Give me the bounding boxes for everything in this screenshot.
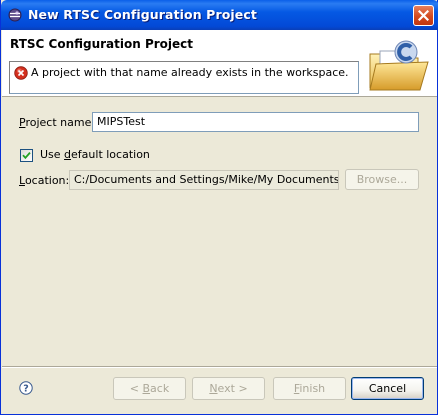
error-message-text: A project with that name already exists … bbox=[31, 66, 349, 79]
next-button[interactable]: Next > bbox=[192, 377, 265, 400]
help-icon[interactable]: ? bbox=[19, 381, 33, 395]
wizard-form: Project name: MIPSTest Use default locat… bbox=[2, 97, 437, 365]
back-button[interactable]: < Back bbox=[113, 377, 186, 400]
title-bar[interactable]: New RTSC Configuration Project bbox=[1, 0, 438, 30]
use-default-label-prefix: Use bbox=[40, 148, 65, 161]
use-default-label-rest: efault location bbox=[71, 148, 150, 161]
error-message-box: A project with that name already exists … bbox=[9, 61, 359, 94]
back-button-mnemonic: B bbox=[142, 382, 151, 395]
finish-button-rest: inish bbox=[299, 382, 326, 395]
location-label-text: ocation: bbox=[24, 174, 70, 187]
next-button-rest: ext > bbox=[217, 382, 248, 395]
checkmark-icon bbox=[22, 152, 31, 160]
close-button[interactable] bbox=[413, 5, 434, 26]
location-input[interactable]: C:/Documents and Settings/Mike/My Docume… bbox=[69, 170, 339, 190]
svg-text:?: ? bbox=[23, 384, 29, 395]
dialog-window: New RTSC Configuration Project RTSC Conf… bbox=[0, 0, 438, 415]
use-default-mnemonic: d bbox=[64, 148, 72, 161]
location-label: Location: bbox=[19, 174, 69, 187]
eclipse-icon bbox=[8, 8, 22, 22]
browse-button[interactable]: Browse... bbox=[345, 169, 419, 190]
wizard-header: RTSC Configuration Project A project wit… bbox=[2, 30, 437, 97]
button-bar-separator bbox=[2, 366, 437, 368]
use-default-location-checkbox[interactable] bbox=[20, 149, 33, 162]
project-name-input[interactable]: MIPSTest bbox=[92, 112, 419, 132]
cancel-button[interactable]: Cancel bbox=[351, 377, 424, 400]
project-name-label: Project name: bbox=[19, 116, 95, 129]
project-name-label-text: roject name: bbox=[25, 116, 96, 129]
next-button-mnemonic: N bbox=[209, 382, 218, 395]
folder-wizard-icon bbox=[366, 38, 434, 94]
page-title: RTSC Configuration Project bbox=[10, 37, 194, 51]
use-default-location-label[interactable]: Use default location bbox=[40, 148, 150, 161]
window-title: New RTSC Configuration Project bbox=[28, 7, 257, 22]
back-button-prefix: < bbox=[129, 382, 143, 395]
close-icon bbox=[418, 10, 429, 21]
error-icon bbox=[14, 66, 28, 80]
back-button-rest: ack bbox=[150, 382, 170, 395]
finish-button[interactable]: Finish bbox=[273, 377, 346, 400]
